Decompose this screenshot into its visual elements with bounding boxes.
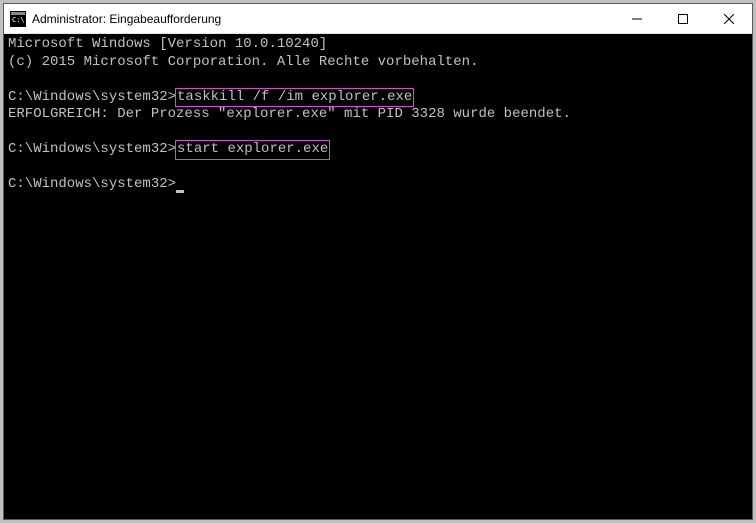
svg-text:C:\: C:\ [12,16,25,24]
command-1-highlight: taskkill /f /im explorer.exe [175,88,414,108]
maximize-button[interactable] [660,4,706,33]
window-controls [614,4,752,33]
command-prompt-window: C:\ Administrator: Eingabeaufforderung M… [3,3,753,520]
command-1: taskkill /f /im explorer.exe [177,89,412,105]
cursor [176,190,184,193]
prompt-1: C:\Windows\system32> [8,89,176,105]
cmd-icon: C:\ [10,11,26,27]
command-2: start explorer.exe [177,141,328,157]
command-2-highlight: start explorer.exe [175,140,330,160]
blank-line [8,124,748,142]
titlebar[interactable]: C:\ Administrator: Eingabeaufforderung [4,4,752,34]
terminal-area[interactable]: Microsoft Windows [Version 10.0.10240] (… [4,34,752,519]
command-line-2: C:\Windows\system32>start explorer.exe [8,141,748,159]
window-title: Administrator: Eingabeaufforderung [32,12,614,26]
minimize-button[interactable] [614,4,660,33]
blank-line [8,71,748,89]
result-line-1: ERFOLGREICH: Der Prozess "explorer.exe" … [8,106,748,124]
prompt-2: C:\Windows\system32> [8,141,176,157]
prompt-3: C:\Windows\system32> [8,176,176,192]
command-line-1: C:\Windows\system32>taskkill /f /im expl… [8,89,748,107]
command-line-3: C:\Windows\system32> [8,176,748,194]
close-button[interactable] [706,4,752,33]
copyright-line: (c) 2015 Microsoft Corporation. Alle Rec… [8,54,748,72]
version-line: Microsoft Windows [Version 10.0.10240] [8,36,748,54]
blank-line [8,159,748,177]
